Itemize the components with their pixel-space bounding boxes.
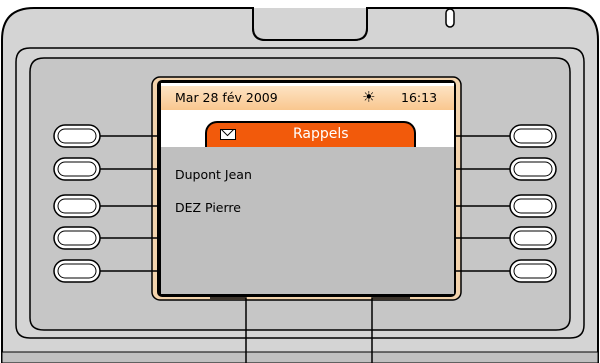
tab-rappels[interactable]: Rappels xyxy=(205,121,416,147)
left-softkey-1[interactable] xyxy=(53,124,101,148)
date-label: Mar 28 fév 2009 xyxy=(175,90,278,105)
sun-icon: ☀ xyxy=(362,88,376,106)
right-softkey-3[interactable] xyxy=(509,194,557,218)
left-softkey-5[interactable] xyxy=(53,259,101,283)
left-softkey-4[interactable] xyxy=(53,226,101,250)
right-softkey-4[interactable] xyxy=(509,226,557,250)
time-label: 16:13 xyxy=(401,90,438,105)
right-softkey-1[interactable] xyxy=(509,124,557,148)
phone-screen: Mar 28 fév 2009 ☀ 16:13 Rappels Dupont J… xyxy=(161,83,454,294)
envelope-icon xyxy=(220,129,236,140)
list-item[interactable]: DEZ Pierre xyxy=(175,200,241,215)
list-panel: Dupont Jean DEZ Pierre xyxy=(161,147,454,294)
tab-title: Rappels xyxy=(293,126,349,142)
left-softkey-3[interactable] xyxy=(53,194,101,218)
right-softkey-5[interactable] xyxy=(509,259,557,283)
list-item[interactable]: Dupont Jean xyxy=(175,167,252,182)
status-bar: Mar 28 fév 2009 ☀ 16:13 xyxy=(161,86,454,110)
right-softkey-2[interactable] xyxy=(509,157,557,181)
left-softkey-2[interactable] xyxy=(53,157,101,181)
